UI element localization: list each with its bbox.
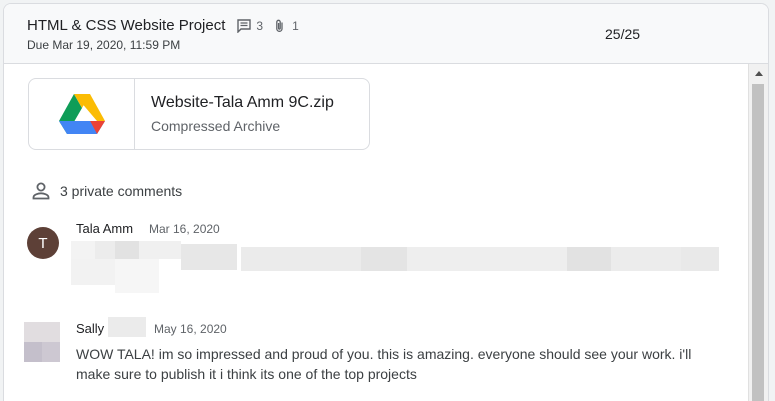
avatar-initial: T xyxy=(38,234,48,252)
attachment-name: Website-Tala Amm 9C.zip xyxy=(151,94,334,111)
scroll-thumb[interactable] xyxy=(752,84,764,401)
avatar xyxy=(24,322,60,362)
comment-date: Mar 16, 2020 xyxy=(149,222,220,236)
assignment-header: HTML & CSS Website Project 3 1 Due Mar 1… xyxy=(4,4,768,64)
comment-count: 3 xyxy=(256,18,264,33)
assignment-title: HTML & CSS Website Project xyxy=(27,17,226,34)
person-icon xyxy=(32,182,50,200)
redacted-surname xyxy=(108,317,146,337)
avatar: T xyxy=(27,227,59,259)
attachment-icon xyxy=(276,19,283,32)
private-comments-count: 3 private comments xyxy=(60,183,183,199)
scrollbar[interactable] xyxy=(748,64,768,401)
attachment-card[interactable]: Website-Tala Amm 9C.zip Compressed Archi… xyxy=(28,78,370,150)
attachment-type: Compressed Archive xyxy=(151,118,281,134)
grade: 25/25 xyxy=(605,26,641,42)
title-row: HTML & CSS Website Project 3 1 xyxy=(27,17,309,34)
attachment-thumbnail xyxy=(29,79,135,149)
google-drive-icon xyxy=(58,94,105,134)
comment-author: Tala Amm xyxy=(76,221,134,236)
private-comments-heading: 3 private comments xyxy=(31,181,182,201)
comment-text: WOW TALA! im so impressed and proud of y… xyxy=(76,346,692,382)
comment-author: Sally xyxy=(76,321,105,336)
attachment-info: Website-Tala Amm 9C.zip Compressed Archi… xyxy=(135,79,334,149)
comment-icon xyxy=(237,18,252,33)
attachment-count: 1 xyxy=(292,18,299,33)
submission-card: HTML & CSS Website Project 3 1 Due Mar 1… xyxy=(3,3,769,401)
scroll-up-arrow-icon[interactable] xyxy=(755,71,763,76)
assignment-meta: 3 1 xyxy=(237,19,308,33)
due-date: Due Mar 19, 2020, 11:59 PM xyxy=(27,38,181,52)
comment-date: May 16, 2020 xyxy=(154,322,227,336)
